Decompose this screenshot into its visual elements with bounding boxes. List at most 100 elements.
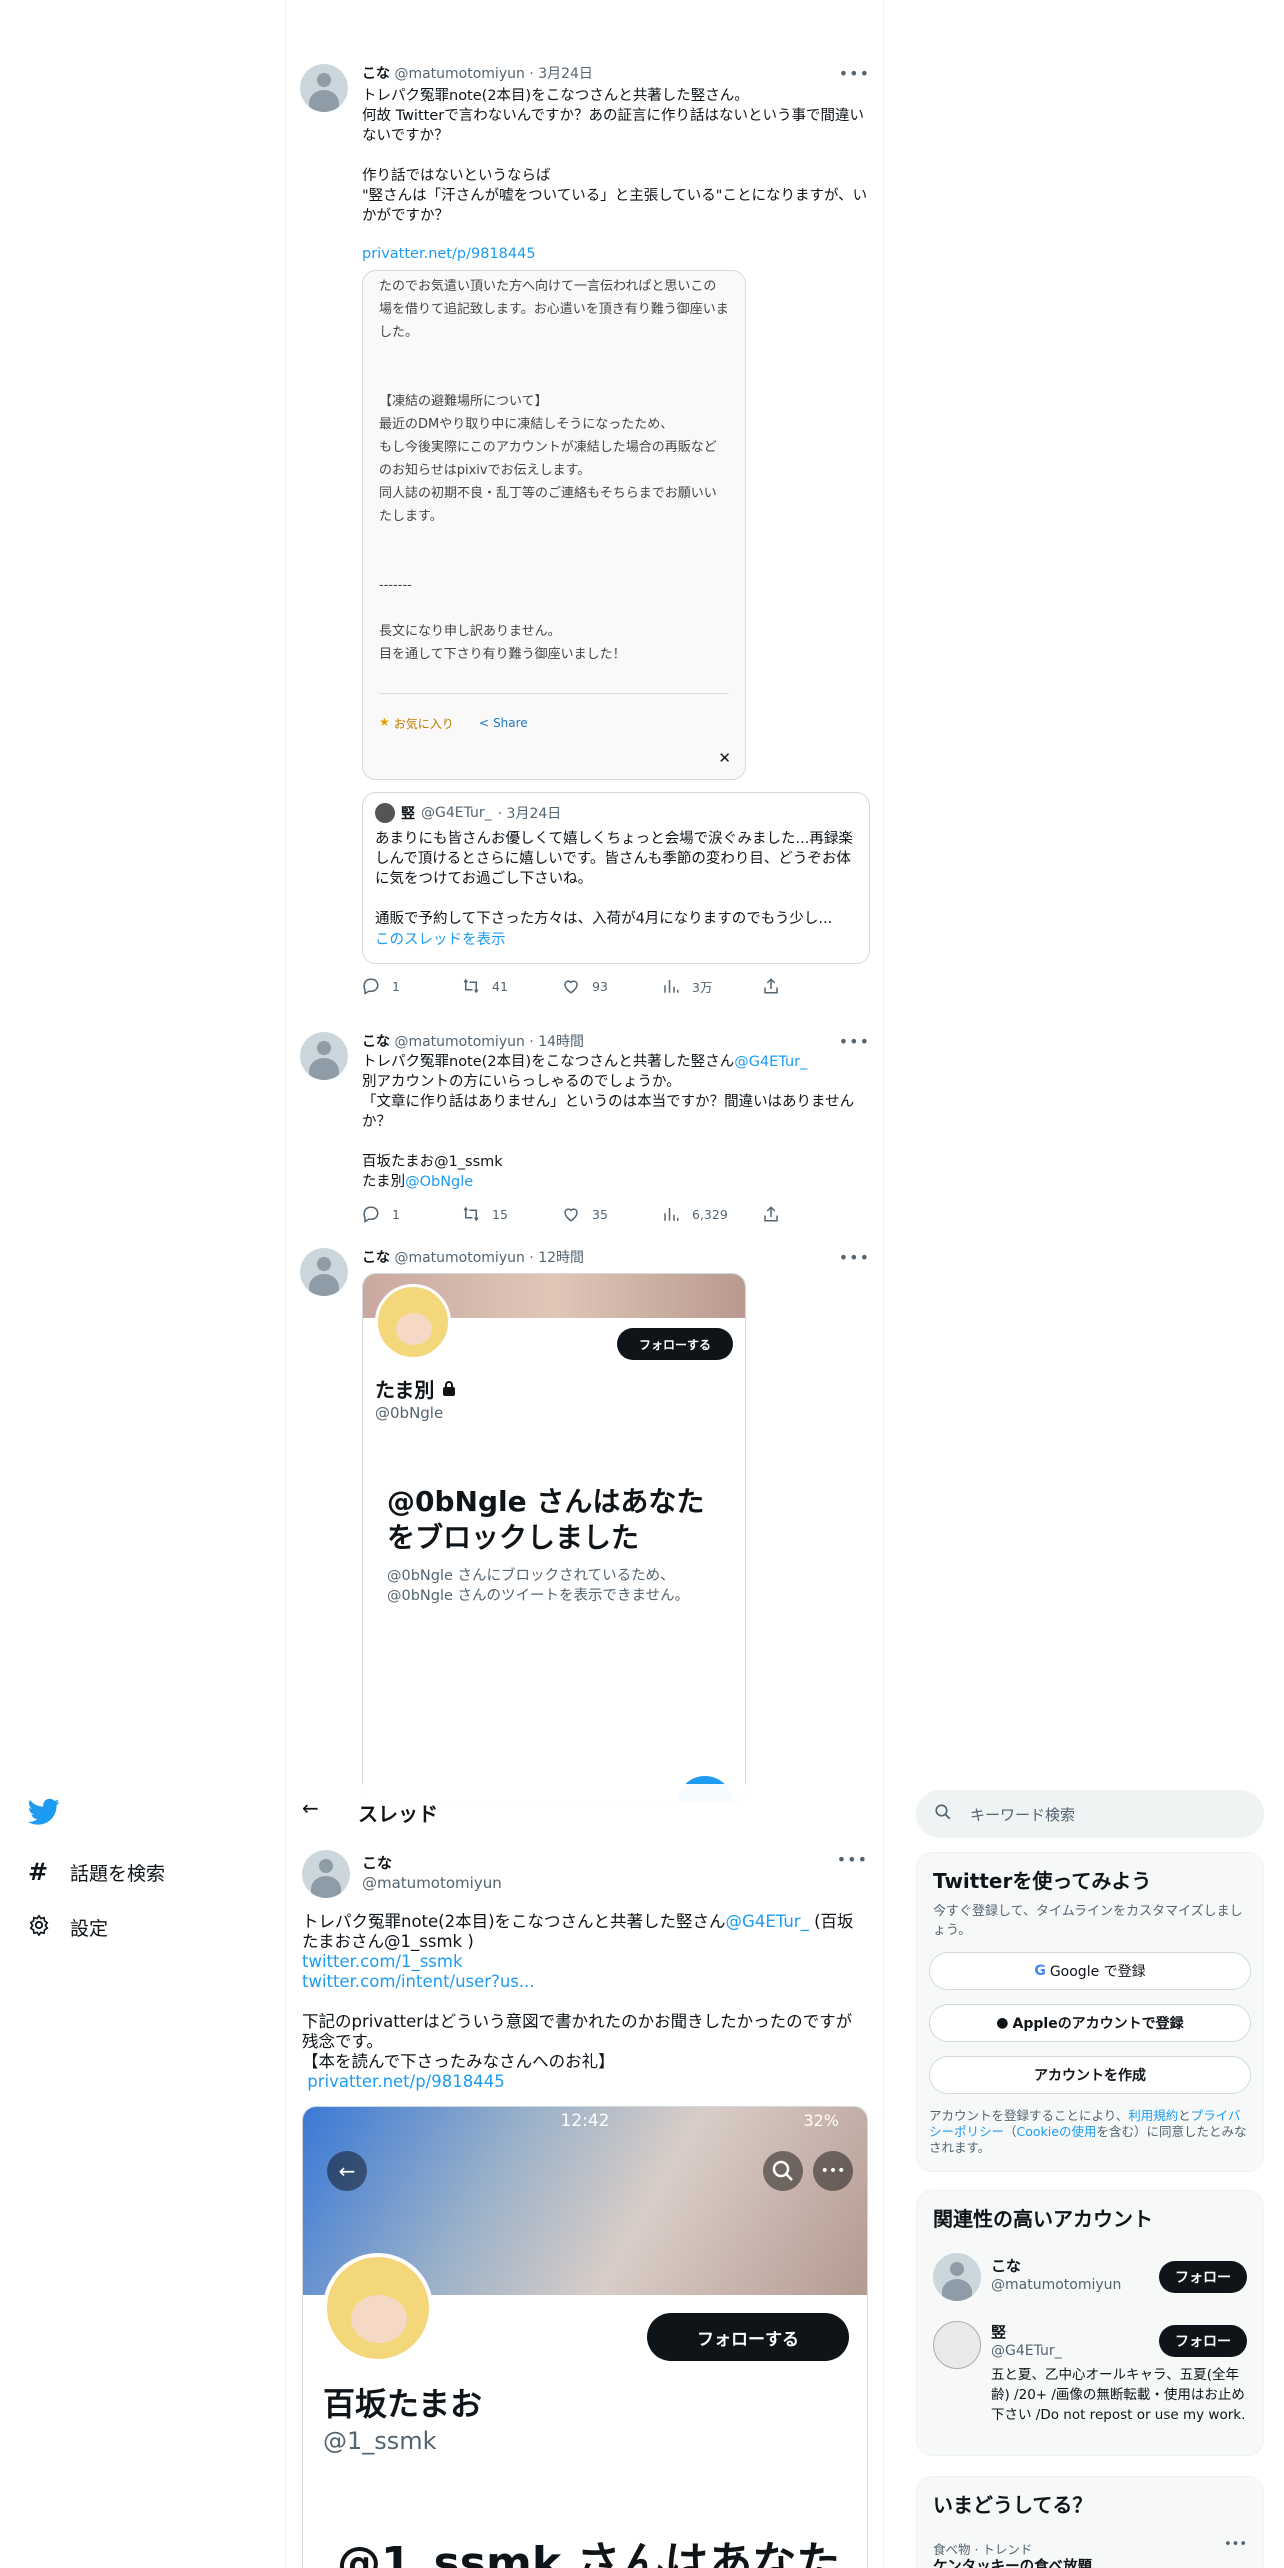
main-column-left-border [285,0,286,2568]
cookie-link[interactable]: Cookieの使用 [1017,2124,1097,2139]
avatar[interactable] [933,2321,981,2369]
mention-link[interactable]: @G4ETur_ [734,1054,807,1070]
reply-button[interactable]: 1 [362,1205,462,1223]
trends-box: いまどうしてる？ 食べ物 · トレンド ••• ケンタッキーの食べ放題 [916,2476,1264,2568]
search-input[interactable]: キーワード検索 [916,1790,1264,1838]
share-button[interactable] [762,1205,862,1223]
reply-button[interactable]: 1 [362,977,462,995]
share-button[interactable] [762,977,862,995]
heart-icon [562,1205,580,1223]
views-button[interactable]: 3万 [662,977,762,996]
terms-link[interactable]: 利用規約 [1128,2108,1178,2123]
tweet-3[interactable]: こな @matumotomiyun · 12時間 ••• フォローする たま別 … [300,1248,870,1803]
thread-header: ← スレッド [286,1784,883,1840]
avatar[interactable] [300,1248,348,1296]
retweet-icon [462,977,480,995]
blocked-title: @0bNgle さんはあなたをブロックしました [387,1485,705,1554]
search-icon [934,1803,952,1825]
tweet-header: こな @matumotomiyun · 12時間 [362,1248,870,1268]
quote-avatar [375,803,395,823]
avatar[interactable] [300,1032,348,1080]
follow-button: フォローする [647,2313,849,2361]
phone-screenshot-image[interactable]: 12:42 32% ← ••• フォローする 百坂たまお @1_ssmk @1_… [302,2106,868,2568]
google-signup-button[interactable]: G Google で登録 [929,1952,1251,1990]
avatar[interactable] [300,64,348,112]
more-icon[interactable]: ••• [839,1032,870,1051]
mention-link[interactable]: @ObNgle [405,1174,473,1190]
nav-explore-label: 話題を検索 [70,1862,166,1885]
twitter-intent-link[interactable]: twitter.com/intent/user?us... [302,1972,535,1991]
mention-link[interactable]: @G4ETur_ [726,1912,809,1931]
tweet-header: こな @matumotomiyun · 14時間 [362,1032,870,1052]
account-name[interactable]: こな [991,2255,1021,2276]
quote-author-name: 竪 [401,806,415,822]
retweet-button[interactable]: 41 [462,977,562,995]
back-arrow-icon[interactable]: ← [302,1796,319,1820]
apple-signup-button[interactable]: ● Appleのアカウントで登録 [929,2004,1251,2042]
analytics-icon [662,1205,680,1223]
views-button[interactable]: 6,329 [662,1205,762,1223]
like-button[interactable]: 93 [562,977,662,995]
tweet-date[interactable]: · 3月24日 [529,66,593,82]
author-handle[interactable]: @matumotomiyun [394,66,524,82]
tweet-actions: 1 41 93 3万 [362,976,870,996]
tweet-actions: 1 15 35 6,329 [362,1204,870,1224]
main-column-right-border [883,0,884,2568]
back-arrow-icon: ← [327,2151,367,2191]
blocked-title: @1_ssmk さんはあなた [337,2538,841,2568]
author-handle[interactable]: @matumotomiyun [362,1874,502,1892]
tweet-date[interactable]: · 12時間 [529,1250,584,1266]
follow-button[interactable]: フォロー [1159,2261,1247,2293]
more-icon[interactable]: ••• [839,64,870,83]
nav-settings[interactable]: 設定 [28,1914,108,1941]
privatter-embed-image[interactable]: たのでお気遣い頂いた方へ向けて一言伝われぱと思いこの場を借りて追記致します。お心… [362,270,746,780]
tweet-2[interactable]: こな @matumotomiyun · 14時間 ••• トレパク冤罪note(… [300,1032,870,1232]
account-name[interactable]: 竪 [991,2321,1006,2342]
author-name[interactable]: こな [362,1852,392,1873]
author-handle[interactable]: @matumotomiyun [394,1034,524,1050]
quote-author-handle: @G4ETur_ [421,805,492,821]
apple-icon: ● [996,2015,1009,2031]
more-icon: ••• [813,2151,853,2191]
star-icon: ★ [379,715,390,729]
avatar[interactable] [933,2253,981,2301]
follow-button: フォローする [616,1328,733,1360]
like-button[interactable]: 35 [562,1205,662,1223]
nav-explore[interactable]: # 話題を検索 [28,1858,165,1886]
more-icon[interactable]: ••• [1224,2537,1247,2552]
phone-time: 12:42 [560,2111,610,2131]
more-icon[interactable]: ••• [837,1850,868,1869]
avatar[interactable] [302,1850,350,1898]
author-handle[interactable]: @matumotomiyun [394,1250,524,1266]
reply-icon [362,1205,380,1223]
profile-screenshot-image[interactable]: フォローする たま別 @0bNgle @0bNgle さんはあなたをブロックしま… [362,1273,746,1803]
tweet-date[interactable]: · 14時間 [529,1034,584,1050]
lock-icon [442,1377,456,1401]
trend-name[interactable]: ケンタッキーの食べ放題 [933,2555,1092,2568]
tweet-1[interactable]: こな @matumotomiyun · 3月24日 ••• トレパク冤罪note… [300,64,870,1034]
privatter-link[interactable]: privatter.net/p/9818445 [362,246,536,262]
tweet-text: トレパク冤罪note(2本目)をこなつさんと共著した竪さん。 何故 Twitte… [362,88,868,224]
related-title: 関連性の高いアカウント [933,2207,1153,2231]
search-icon [763,2151,803,2191]
profile-handle: @1_ssmk [323,2427,437,2455]
author-name[interactable]: こな [362,1250,390,1266]
tweet-header: こな @matumotomiyun · 3月24日 [362,64,870,84]
create-account-button[interactable]: アカウントを作成 [929,2056,1251,2094]
twitter-logo-icon[interactable] [28,1798,60,1830]
follow-button[interactable]: フォロー [1159,2325,1247,2357]
author-name[interactable]: こな [362,1034,390,1050]
twitter-profile-link[interactable]: twitter.com/1_ssmk [302,1952,463,1971]
share-icon: < [479,716,490,730]
more-icon[interactable]: ••• [839,1248,870,1267]
quote-tweet[interactable]: 竪 @G4ETur_ · 3月24日 あまりにも皆さんお優しくて嬉しくちょっと会… [362,792,870,964]
privatter-link[interactable]: privatter.net/p/9818445 [307,2072,504,2091]
heart-icon [562,977,580,995]
show-thread-link[interactable]: このスレッドを表示 [375,932,506,948]
retweet-button[interactable]: 15 [462,1205,562,1223]
thread-text: トレパク冤罪note(2本目)をこなつさんと共著した竪さん@G4ETur_ (百… [302,1912,854,2091]
embed-divider [379,693,729,694]
author-name[interactable]: こな [362,66,390,82]
hashtag-icon: # [28,1858,49,1886]
thread-main-tweet[interactable]: こな @matumotomiyun ••• トレパク冤罪note(2本目)をこな… [302,1850,868,2568]
